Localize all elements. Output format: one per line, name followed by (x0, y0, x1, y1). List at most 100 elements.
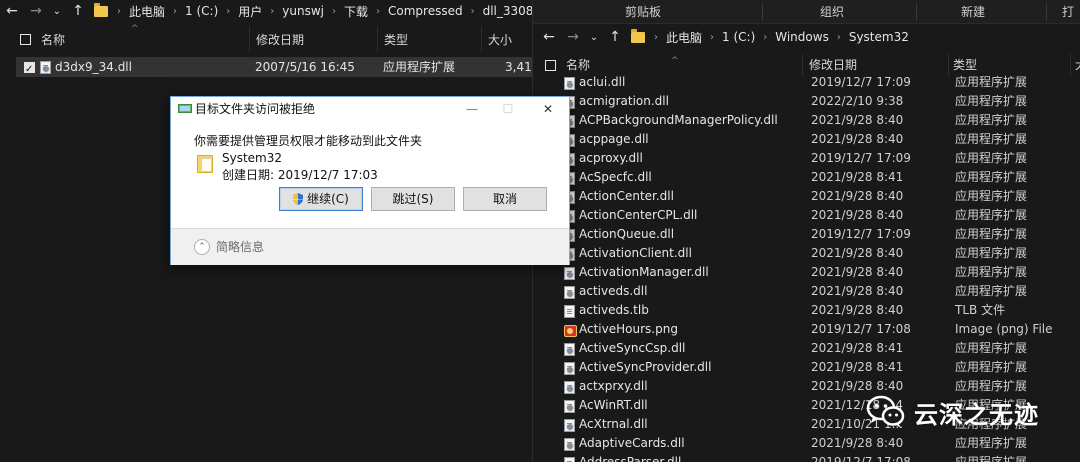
column-type-header[interactable]: 类型 (378, 26, 482, 52)
file-name: ActivationManager.dll (579, 265, 709, 279)
file-row[interactable]: aclui.dll 2019/12/7 17:09 应用程序扩展 (533, 73, 1080, 92)
file-date: 2021/9/28 8:40 (811, 303, 904, 317)
file-row[interactable]: ActionCenterCPL.dll 2021/9/28 8:40 应用程序扩展 (533, 206, 1080, 225)
left-breadcrumb-item[interactable]: 此电脑 (126, 3, 168, 20)
left-breadcrumb-item[interactable]: dll_3308 (480, 4, 532, 18)
dll-file-icon (564, 285, 575, 299)
close-button[interactable]: ✕ (529, 97, 567, 121)
row-checkbox[interactable] (24, 57, 35, 80)
minimize-button[interactable]: — (453, 97, 491, 121)
file-date: 2019/12/7 17:09 (811, 75, 911, 89)
file-row[interactable]: acmigration.dll 2022/2/10 9:38 应用程序扩展 (533, 92, 1080, 111)
file-row-selected[interactable]: d3dx9_34.dll 2007/5/16 16:45 应用程序扩展 3,41… (16, 57, 532, 80)
left-breadcrumb-item[interactable]: Compressed (385, 4, 466, 18)
file-date: 2021/9/28 8:40 (811, 132, 904, 146)
file-row[interactable]: AddressParser.dll 2019/12/7 17:08 应用程序扩展 (533, 453, 1080, 462)
left-breadcrumb-item[interactable]: 用户 (235, 3, 265, 20)
select-all-checkbox[interactable] (20, 33, 31, 45)
file-type: Image (png) File (955, 322, 1053, 336)
file-row[interactable]: AdaptiveCards.dll 2021/9/28 8:40 应用程序扩展 (533, 434, 1080, 453)
file-type: 应用程序扩展 (955, 455, 1028, 462)
recent-locations-chevron-icon[interactable]: ⌄ (48, 0, 66, 22)
column-name-label: 名称 (41, 32, 66, 47)
file-row[interactable]: ActionQueue.dll 2019/12/7 17:09 应用程序扩展 (533, 225, 1080, 244)
target-folder-date: 创建日期: 2019/12/7 17:03 (222, 168, 378, 182)
left-nav-bar: ← → ⌄ ↑ › 此电脑 › 1 (C:) › 用户 › yunswj › 下… (0, 0, 532, 22)
ribbon-organize-group[interactable]: 组织 (820, 0, 844, 24)
file-type: 应用程序扩展 (955, 75, 1028, 89)
left-breadcrumb-item[interactable]: 下载 (341, 3, 371, 20)
file-type: 应用程序扩展 (955, 436, 1028, 450)
file-type: 应用程序扩展 (383, 60, 456, 74)
breadcrumb-separator-icon: › (173, 5, 178, 17)
skip-button[interactable]: 跳过(S) (371, 187, 455, 211)
dll-file-icon (564, 399, 575, 413)
file-type: 应用程序扩展 (955, 94, 1028, 108)
less-info-toggle[interactable]: 简略信息 (216, 239, 264, 255)
chevron-up-icon[interactable]: ⌃ (194, 239, 210, 255)
file-row[interactable]: AcSpecfc.dll 2021/9/28 8:41 应用程序扩展 (533, 168, 1080, 187)
file-name: AcSpecfc.dll (579, 170, 652, 184)
wechat-watermark: 云深之无迹 (866, 390, 1039, 434)
ribbon-bar: 剪贴板 组织 新建 打 (533, 0, 1080, 24)
maximize-button[interactable]: ☐ (489, 97, 527, 121)
file-type: 应用程序扩展 (955, 265, 1028, 279)
left-breadcrumb-item[interactable]: 1 (C:) (182, 4, 221, 18)
file-date: 2021/9/28 8:40 (811, 189, 904, 203)
up-arrow-icon[interactable]: ↑ (603, 26, 627, 48)
back-arrow-icon[interactable]: ← (537, 26, 561, 48)
ribbon-clipboard-group[interactable]: 剪贴板 (625, 0, 661, 24)
column-date-label: 修改日期 (809, 58, 858, 72)
up-arrow-icon[interactable]: ↑ (66, 0, 90, 22)
forward-arrow-icon[interactable]: → (24, 0, 48, 22)
file-name: ActivationClient.dll (579, 246, 692, 260)
file-type: 应用程序扩展 (955, 113, 1028, 127)
file-type: 应用程序扩展 (955, 360, 1028, 374)
back-arrow-icon[interactable]: ← (0, 0, 24, 22)
continue-button[interactable]: 继续(C) (279, 187, 363, 211)
dll-file-icon (564, 76, 575, 90)
file-row[interactable]: ActivationClient.dll 2021/9/28 8:40 应用程序扩展 (533, 244, 1080, 263)
right-breadcrumb-item[interactable]: System32 (846, 30, 912, 44)
right-breadcrumb-item[interactable]: Windows (772, 30, 832, 44)
file-row[interactable]: ACPBackgroundManagerPolicy.dll 2021/9/28 … (533, 111, 1080, 130)
file-row[interactable]: ActiveHours.png 2019/12/7 17:08 Image (png… (533, 320, 1080, 339)
file-move-icon (178, 104, 192, 113)
column-size-label: 大 (1075, 58, 1080, 72)
forward-arrow-icon[interactable]: → (561, 26, 585, 48)
file-row[interactable]: ActionCenter.dll 2021/9/28 8:40 应用程序扩展 (533, 187, 1080, 206)
watermark-text: 云深之无迹 (914, 400, 1039, 429)
file-date: 2022/2/10 9:38 (811, 94, 904, 108)
file-row[interactable]: activeds.tlb 2021/9/28 8:40 TLB 文件 (533, 301, 1080, 320)
file-date: 2019/12/7 17:09 (811, 227, 911, 241)
file-row[interactable]: ActiveSyncCsp.dll 2021/9/28 8:41 应用程序扩展 (533, 339, 1080, 358)
file-row[interactable]: ActiveSyncProvider.dll 2021/9/28 8:41 应用程序… (533, 358, 1080, 377)
tlb-file-icon (564, 304, 575, 318)
folder-icon (631, 28, 645, 43)
file-name: acproxy.dll (579, 151, 643, 165)
file-name: d3dx9_34.dll (55, 60, 132, 74)
column-type-label: 类型 (953, 58, 978, 72)
sort-up-icon: ^ (131, 24, 139, 34)
ribbon-open-group[interactable]: 打 (1062, 0, 1074, 24)
file-date: 2021/9/28 8:40 (811, 436, 904, 450)
right-breadcrumb-item[interactable]: 此电脑 (663, 29, 705, 46)
select-all-checkbox[interactable] (545, 60, 556, 71)
right-breadcrumb: › 此电脑 › 1 (C:) › Windows › System32 (649, 26, 912, 48)
column-date-header[interactable]: 修改日期 (250, 26, 378, 52)
ribbon-new-group[interactable]: 新建 (961, 0, 985, 24)
right-breadcrumb-item[interactable]: 1 (C:) (719, 30, 758, 44)
column-name-header[interactable]: 名称 ^ (14, 24, 250, 52)
file-name: ActionCenterCPL.dll (579, 208, 698, 222)
sort-up-icon: ^ (671, 56, 679, 66)
cancel-button[interactable]: 取消 (463, 187, 547, 211)
recent-locations-chevron-icon[interactable]: ⌄ (585, 26, 603, 48)
file-row[interactable]: acppage.dll 2021/9/28 8:40 应用程序扩展 (533, 130, 1080, 149)
left-breadcrumb-item[interactable]: yunswj (279, 4, 327, 18)
wechat-logo-icon (866, 395, 905, 428)
column-size-header[interactable]: 大小 (482, 26, 532, 52)
file-row[interactable]: ActivationManager.dll 2021/9/28 8:40 应用程序扩… (533, 263, 1080, 282)
file-row[interactable]: activeds.dll 2021/9/28 8:40 应用程序扩展 (533, 282, 1080, 301)
dialog-title-bar[interactable]: 目标文件夹访问被拒绝 — ☐ ✕ (171, 97, 569, 121)
file-row[interactable]: acproxy.dll 2019/12/7 17:09 应用程序扩展 (533, 149, 1080, 168)
